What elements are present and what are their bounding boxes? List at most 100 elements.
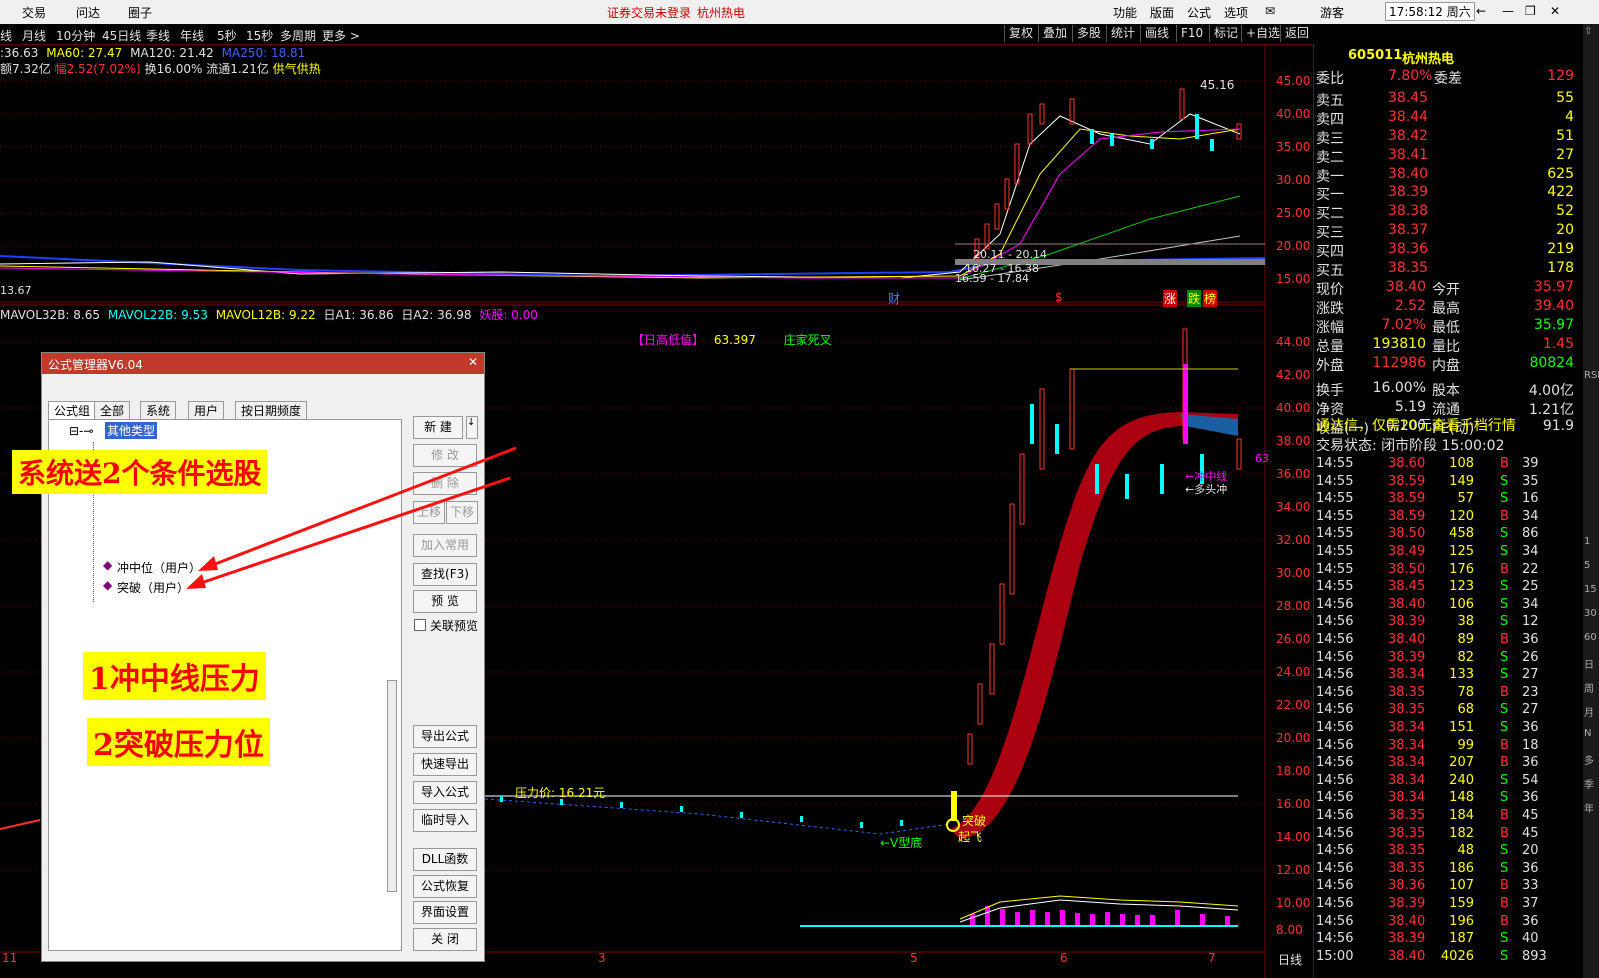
menu-wenda[interactable]: 问达: [76, 4, 100, 21]
side-month[interactable]: 月: [1584, 704, 1594, 719]
bid-volume: 422: [1547, 184, 1574, 200]
quick-export-button[interactable]: 快速导出: [413, 753, 477, 776]
tick-count: 86: [1522, 526, 1539, 542]
tab-all[interactable]: 全部: [94, 401, 131, 420]
tree-item-midline[interactable]: 冲中位（用户）: [117, 559, 201, 576]
side-5min[interactable]: 5: [1584, 560, 1590, 571]
tab-by-date[interactable]: 按日期频度: [235, 401, 308, 420]
tick-count: 12: [1522, 614, 1539, 630]
side-n[interactable]: N: [1584, 728, 1591, 739]
back-arrow-icon[interactable]: ←: [1476, 4, 1486, 18]
tree-item-breakout[interactable]: 突破（用户）: [117, 579, 189, 596]
mail-icon[interactable]: ✉: [1265, 4, 1275, 18]
dll-function-button[interactable]: DLL函数: [413, 848, 477, 871]
side-15min[interactable]: 15: [1584, 584, 1597, 595]
move-up-button[interactable]: 上移: [413, 501, 445, 524]
side-quarter[interactable]: 季: [1584, 776, 1594, 791]
tree-root-other[interactable]: 其他类型: [105, 422, 158, 439]
tool-statistics[interactable]: 统计: [1106, 25, 1139, 42]
tool-back[interactable]: 返回: [1280, 25, 1313, 42]
export-formula-button[interactable]: 导出公式: [413, 725, 477, 748]
temp-import-button[interactable]: 临时导入: [413, 809, 477, 832]
event-rank[interactable]: 榜: [1203, 290, 1218, 307]
add-favorite-button[interactable]: 加入常用: [413, 534, 477, 557]
side-arrow-icon[interactable]: ⇧: [1584, 26, 1592, 37]
menu-formula[interactable]: 公式: [1187, 4, 1211, 21]
menu-function[interactable]: 功能: [1113, 4, 1137, 21]
period-15sec[interactable]: 15秒: [246, 27, 273, 44]
period-month[interactable]: 月线: [22, 27, 46, 44]
side-week[interactable]: 周: [1584, 680, 1594, 695]
stat-row: 外盘 112986 内盘 80824: [1314, 355, 1584, 374]
tree-scrollbar[interactable]: [387, 680, 397, 892]
side-1min[interactable]: 1: [1584, 536, 1590, 547]
period-more[interactable]: 更多 >: [322, 27, 360, 44]
edit-button[interactable]: 修 改: [413, 444, 477, 467]
close-button[interactable]: 关 闭: [413, 928, 477, 951]
ui-settings-button[interactable]: 界面设置: [413, 901, 477, 924]
find-button[interactable]: 查找(F3): [413, 563, 477, 586]
preview-button[interactable]: 预 览: [413, 590, 477, 613]
callout-item2: 2突破压力位: [87, 718, 270, 766]
menu-trade[interactable]: 交易: [22, 4, 46, 21]
side-60min[interactable]: 60: [1584, 632, 1597, 643]
tool-f10[interactable]: F10: [1176, 25, 1207, 42]
tick-time: 14:55: [1316, 544, 1354, 559]
event-finance[interactable]: 财: [888, 290, 900, 307]
linked-preview-checkbox[interactable]: [414, 619, 426, 631]
login-notice[interactable]: 证券交易未登录: [607, 4, 691, 21]
period-10min[interactable]: 10分钟: [56, 27, 95, 44]
tool-multi-stock[interactable]: 多股: [1072, 25, 1105, 42]
event-fall[interactable]: 跌: [1187, 290, 1202, 307]
tool-overlay[interactable]: 叠加: [1038, 25, 1071, 42]
tick-count: 16: [1522, 491, 1539, 507]
minimize-icon[interactable]: —: [1502, 4, 1514, 18]
tab-user[interactable]: 用户: [188, 401, 225, 420]
period-45day[interactable]: 45日线: [102, 27, 141, 44]
tick-price: 38.45: [1388, 579, 1426, 595]
tree-expand-icon[interactable]: ⊟-⊸: [69, 424, 93, 438]
tick-row: 14:56 38.34 148 S 36: [1314, 790, 1584, 808]
side-30min[interactable]: 30: [1584, 608, 1597, 619]
new-dropdown-icon[interactable]: ↓: [466, 416, 478, 439]
restore-formula-button[interactable]: 公式恢复: [413, 875, 477, 898]
tool-mark[interactable]: 标记: [1209, 25, 1242, 42]
ask-volume: 27: [1556, 147, 1574, 163]
side-day[interactable]: 日: [1584, 656, 1594, 671]
user-label[interactable]: 游客: [1320, 4, 1344, 21]
menu-options[interactable]: 选项: [1224, 4, 1248, 21]
tool-draw-line[interactable]: 画线: [1140, 25, 1173, 42]
side-multi[interactable]: 多: [1584, 752, 1594, 767]
tick-side: S: [1500, 948, 1509, 964]
import-formula-button[interactable]: 导入公式: [413, 781, 477, 804]
new-button[interactable]: 新 建: [413, 416, 463, 439]
dialog-titlebar[interactable]: 公式管理器V6.04 ✕: [42, 353, 484, 374]
tick-price: 38.39: [1388, 896, 1426, 911]
period-5sec[interactable]: 5秒: [217, 27, 237, 44]
ma60-value: MA60: 27.47: [46, 46, 123, 60]
period-multi[interactable]: 多周期: [280, 27, 316, 44]
event-dollar[interactable]: $: [1055, 290, 1063, 304]
tab-system[interactable]: 系统: [140, 401, 177, 420]
menu-layout[interactable]: 版面: [1150, 4, 1174, 21]
bottom-period-label[interactable]: 日线: [1278, 951, 1302, 968]
stat-value: 38.40: [1385, 279, 1426, 295]
menu-circle[interactable]: 圈子: [128, 4, 152, 21]
dialog-close-icon[interactable]: ✕: [468, 355, 478, 369]
period-quarter[interactable]: 季线: [146, 27, 170, 44]
move-down-button[interactable]: 下移: [446, 501, 478, 524]
period-day-partial[interactable]: 线: [0, 27, 12, 44]
tick-volume: 207: [1449, 755, 1474, 771]
tab-formula-group[interactable]: 公式组: [48, 401, 97, 420]
tool-add-favorite[interactable]: +自选: [1241, 25, 1284, 42]
tick-count: 34: [1522, 508, 1539, 524]
close-icon[interactable]: ✕: [1550, 4, 1560, 18]
breakout-label: 突破: [962, 814, 987, 828]
tool-restore-rights[interactable]: 复权: [1004, 25, 1037, 42]
delete-button[interactable]: 删 除: [413, 472, 477, 495]
side-rsi[interactable]: RSI: [1584, 370, 1599, 381]
maximize-icon[interactable]: ❐: [1525, 4, 1536, 18]
event-rise[interactable]: 涨: [1163, 290, 1178, 307]
side-year[interactable]: 年: [1584, 800, 1594, 815]
period-year[interactable]: 年线: [180, 27, 204, 44]
